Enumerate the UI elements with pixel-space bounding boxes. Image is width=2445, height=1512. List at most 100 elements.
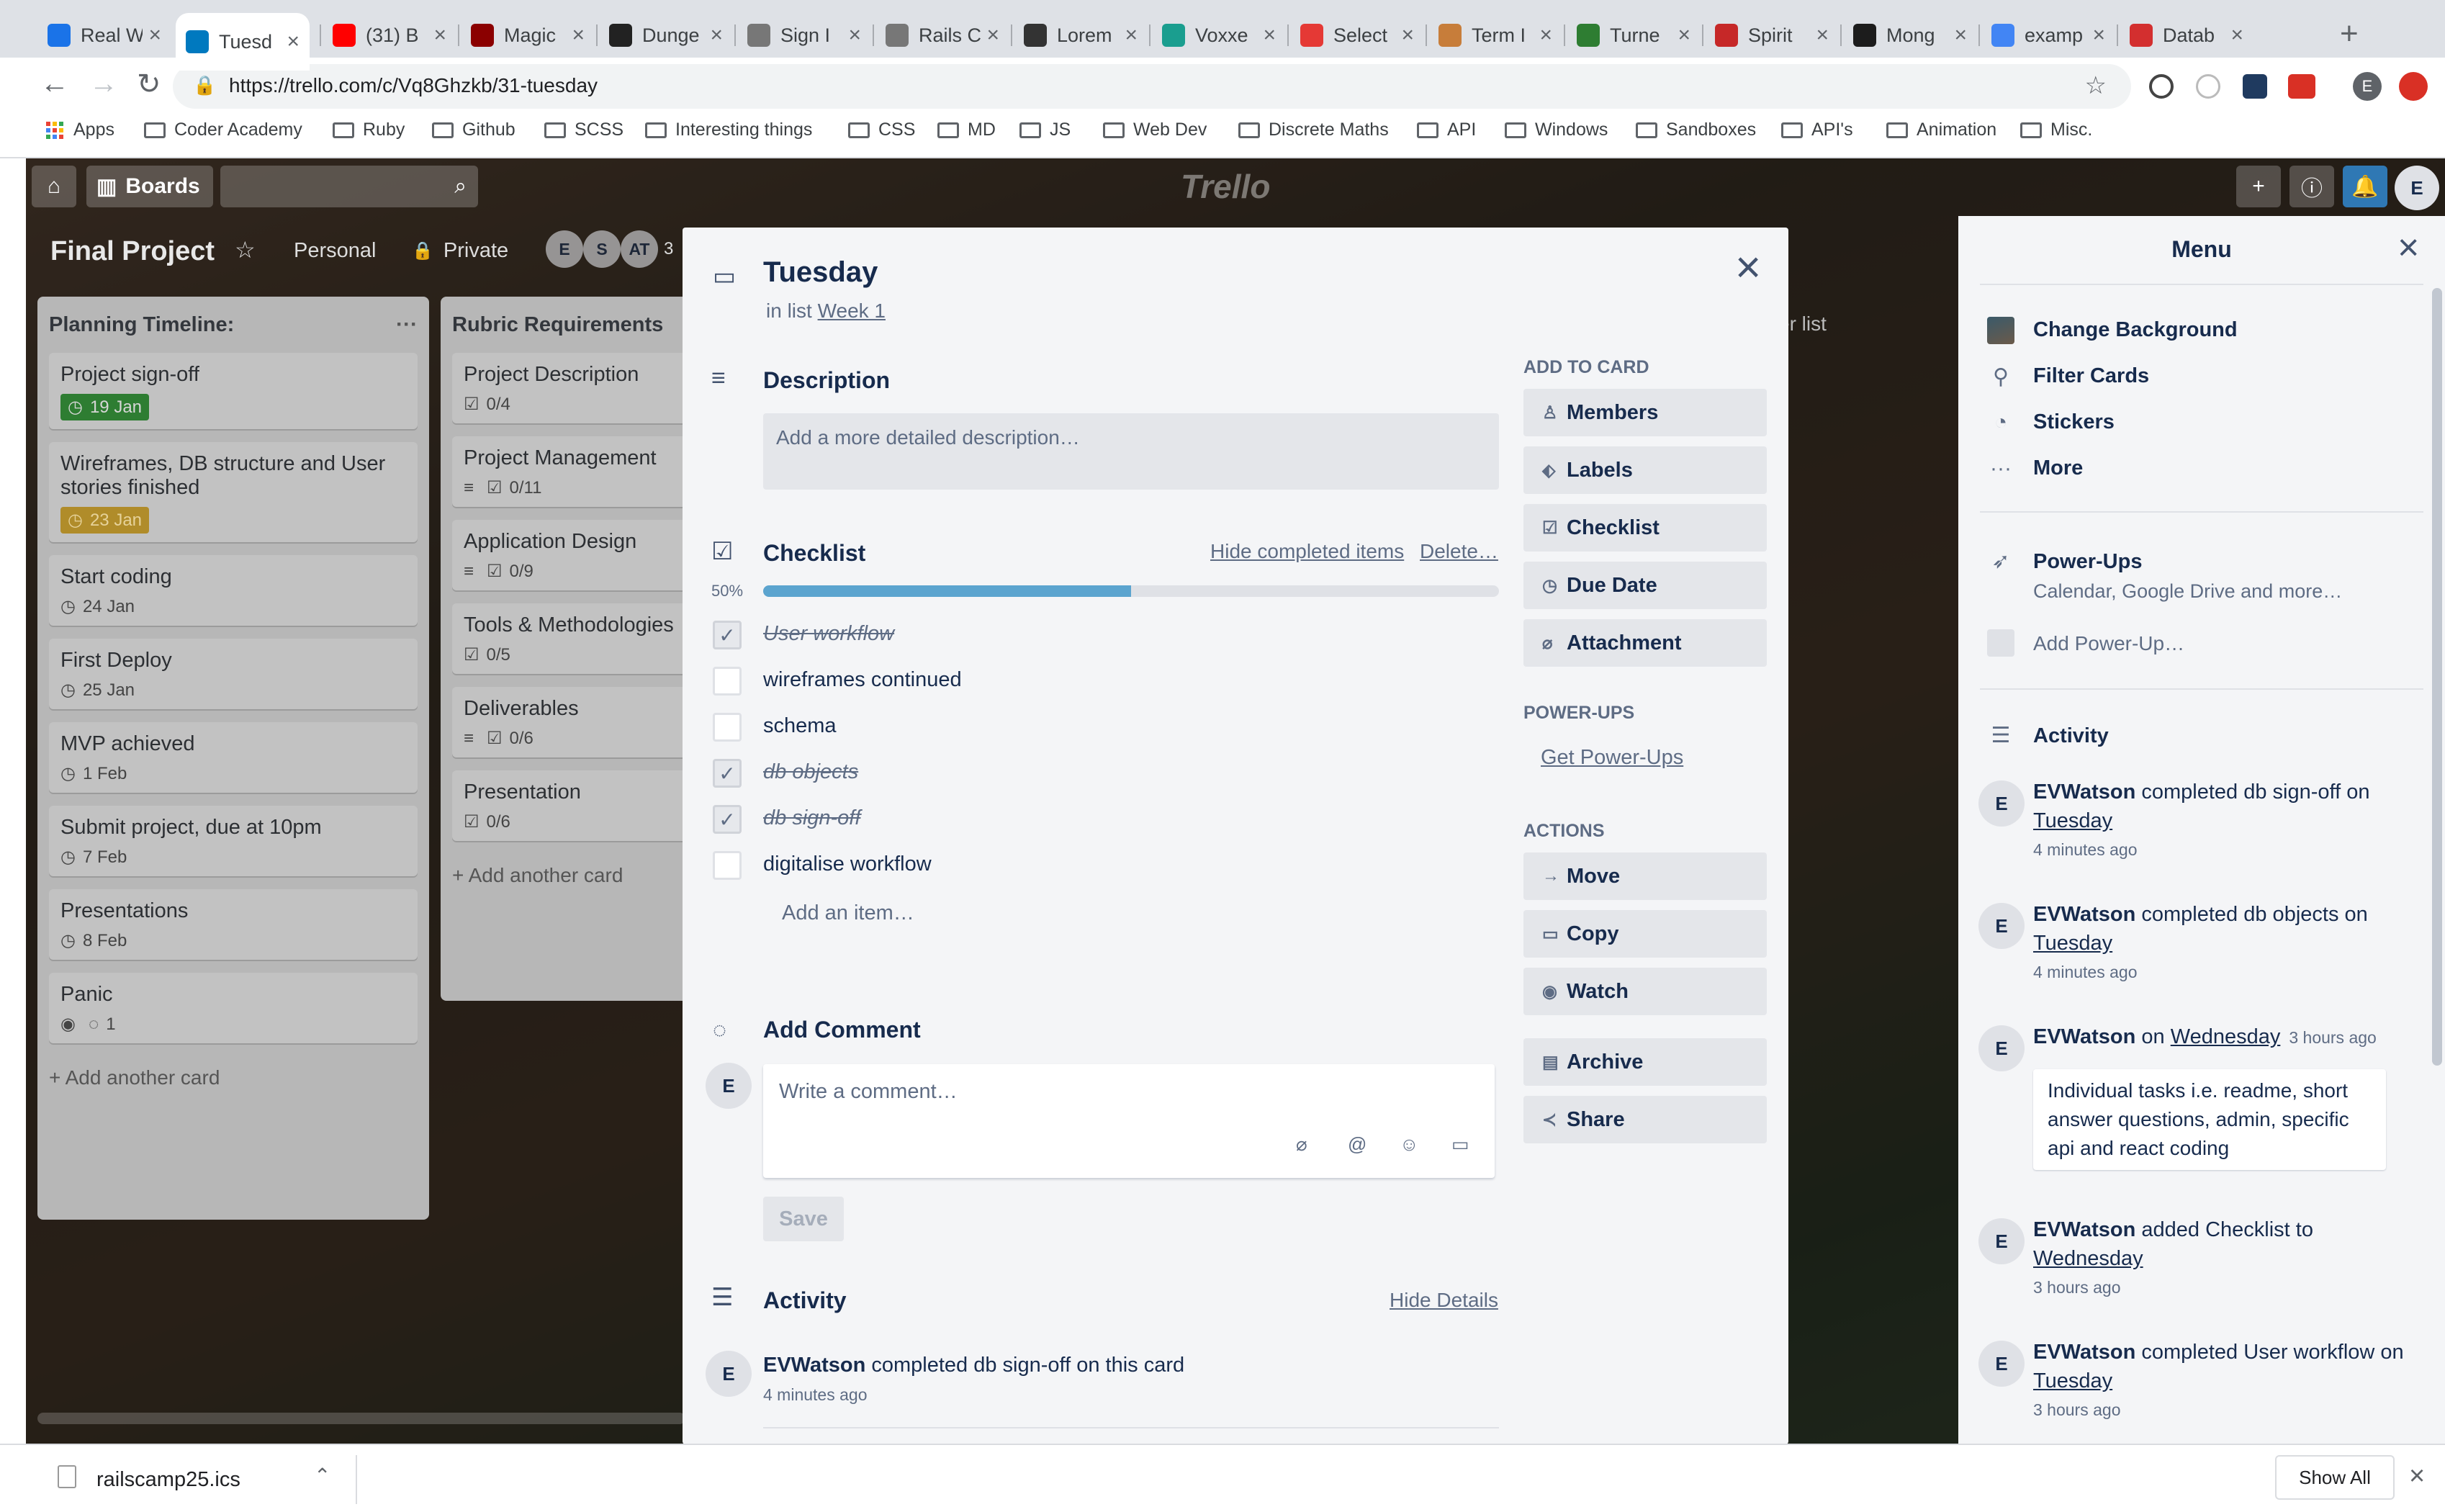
browser-tab[interactable]: Term I × [1428, 13, 1562, 58]
get-powerups-link[interactable]: Get Power-Ups [1541, 746, 1683, 770]
close-tab-icon[interactable]: × [1816, 23, 1829, 48]
close-tab-icon[interactable]: × [572, 23, 585, 48]
menu-item-filter-cards[interactable]: Filter Cards [2033, 364, 2149, 388]
hide-details-button[interactable]: Hide Details [1390, 1289, 1498, 1312]
checklist-checkbox[interactable] [713, 713, 742, 742]
board-card[interactable]: Wireframes, DB structure and User storie… [49, 442, 418, 542]
create-button[interactable]: + [2236, 166, 2281, 207]
board-card[interactable]: Project sign-off ◷ 19 Jan [49, 353, 418, 429]
powerups-title[interactable]: Power-Ups [2033, 550, 2142, 574]
close-tab-icon[interactable]: × [1954, 23, 1967, 48]
browser-tab[interactable]: (31) B × [323, 13, 456, 58]
activity-card-link[interactable]: Tuesday [2033, 1369, 2112, 1392]
activity-time[interactable]: 3 hours ago [2033, 1273, 2422, 1302]
forward-icon[interactable]: → [89, 68, 118, 100]
browser-tab[interactable]: Voxxe × [1152, 13, 1286, 58]
activity-card-link[interactable]: Wednesday [2033, 1247, 2143, 1270]
checklist-checkbox[interactable]: ✓ [713, 759, 742, 788]
member-avatar[interactable]: E [2395, 166, 2439, 210]
trello-logo[interactable]: Trello [1181, 167, 1270, 206]
archive-button[interactable]: ▤ Archive [1523, 1038, 1767, 1086]
activity-time[interactable]: 3 hours ago [2289, 1028, 2376, 1047]
checklist-item[interactable]: wireframes continued [763, 668, 962, 692]
card-title[interactable]: Tuesday [763, 256, 878, 289]
board-card[interactable]: Project Management ≡ ☑ 0/11 [452, 436, 717, 507]
activity-user[interactable]: EVWatson [2033, 1025, 2135, 1048]
activity-user[interactable]: EVWatson [2033, 780, 2135, 804]
attachment-button[interactable]: ⌀ Attachment [1523, 619, 1767, 667]
board-scrollbar[interactable] [37, 1413, 685, 1424]
due-date-button[interactable]: ◷ Due Date [1523, 562, 1767, 609]
back-icon[interactable]: ← [40, 68, 69, 100]
board-card[interactable]: Presentation ☑ 0/6 [452, 770, 717, 841]
activity-user[interactable]: EVWatson [763, 1354, 865, 1377]
extension-icon[interactable] [2149, 74, 2174, 99]
star-icon[interactable]: ☆ [235, 236, 256, 264]
activity-card-link[interactable]: Tuesday [2033, 932, 2112, 955]
checklist-button[interactable]: ☑ Checklist [1523, 504, 1767, 552]
board-member-avatar[interactable]: E [546, 230, 583, 268]
menu-item-change-background[interactable]: Change Background [2033, 318, 2238, 342]
checklist-item[interactable]: User workflow [763, 622, 894, 646]
board-card[interactable]: Application Design ≡ ☑ 0/9 [452, 520, 717, 590]
activity-time[interactable]: 4 minutes ago [763, 1385, 867, 1405]
bookmark-folder[interactable]: Github [432, 120, 515, 140]
activity-time[interactable]: 3 hours ago [2033, 1395, 2422, 1424]
bookmark-folder[interactable]: SCSS [544, 120, 623, 140]
hide-completed-button[interactable]: Hide completed items [1210, 540, 1404, 563]
board-card[interactable]: Start coding ◷ 24 Jan [49, 555, 418, 626]
description-input[interactable]: Add a more detailed description… [763, 413, 1499, 490]
board-card[interactable]: Tools & Methodologies ☑ 0/5 [452, 603, 717, 674]
comment-input[interactable]: Write a comment… [779, 1080, 958, 1104]
activity-card-link[interactable]: Wednesday [2171, 1025, 2281, 1048]
bookmark-folder[interactable]: CSS [848, 120, 915, 140]
chevron-up-icon[interactable]: ⌃ [314, 1464, 330, 1488]
checklist-item[interactable]: schema [763, 714, 837, 738]
extension-icon[interactable] [2288, 74, 2315, 99]
bookmark-folder[interactable]: Sandboxes [1636, 120, 1756, 140]
bookmark-folder[interactable]: API [1417, 120, 1476, 140]
board-card[interactable]: Presentations ◷ 8 Feb [49, 889, 418, 960]
extension-icon[interactable] [2399, 72, 2428, 101]
emoji-icon[interactable]: ☺ [1400, 1133, 1419, 1156]
board-title[interactable]: Final Project [50, 236, 215, 267]
activity-time[interactable]: 4 minutes ago [2033, 958, 2422, 986]
bookmark-folder[interactable]: Interesting things [645, 120, 812, 140]
checklist-checkbox[interactable]: ✓ [713, 621, 742, 649]
home-button[interactable]: ⌂ [32, 166, 76, 207]
list-menu-icon[interactable]: ··· [396, 312, 418, 337]
activity-user[interactable]: EVWatson [2033, 1218, 2135, 1241]
browser-tab[interactable]: Spirit × [1705, 13, 1839, 58]
close-tab-icon[interactable]: × [848, 23, 861, 48]
close-tab-icon[interactable]: × [1125, 23, 1138, 48]
close-icon[interactable]: × [1735, 242, 1761, 293]
close-tab-icon[interactable]: × [986, 23, 999, 48]
bookmark-folder[interactable]: API's [1781, 120, 1853, 140]
delete-checklist-button[interactable]: Delete… [1420, 540, 1498, 563]
bookmark-folder[interactable]: JS [1019, 120, 1071, 140]
bookmark-folder[interactable]: Misc. [2020, 120, 2092, 140]
board-card[interactable]: Submit project, due at 10pm ◷ 7 Feb [49, 806, 418, 876]
bookmark-star-icon[interactable]: ☆ [2085, 71, 2107, 100]
apps-bookmark[interactable]: Apps [46, 120, 114, 140]
card-link-icon[interactable]: ▭ [1451, 1133, 1469, 1156]
activity-user[interactable]: EVWatson [2033, 903, 2135, 926]
close-tab-icon[interactable]: × [1678, 23, 1690, 48]
boards-button[interactable]: ▥ Boards [86, 166, 213, 207]
bookmark-folder[interactable]: Discrete Maths [1238, 120, 1389, 140]
close-tab-icon[interactable]: × [710, 23, 723, 48]
board-search-input[interactable]: ⌕ [220, 166, 478, 207]
browser-tab[interactable]: Real W × [37, 13, 171, 58]
checklist-checkbox[interactable]: ✓ [713, 805, 742, 834]
activity-user[interactable]: EVWatson [2033, 1341, 2135, 1364]
bookmark-folder[interactable]: Web Dev [1103, 120, 1207, 140]
board-member-avatar[interactable]: AT [621, 230, 658, 268]
copy-button[interactable]: ▭ Copy [1523, 910, 1767, 958]
bookmark-folder[interactable]: Ruby [333, 120, 405, 140]
add-item-button[interactable]: Add an item… [782, 901, 914, 925]
bookmark-folder[interactable]: Animation [1886, 120, 1996, 140]
privacy-button[interactable]: 🔒 Private [412, 239, 508, 263]
checklist-checkbox[interactable] [713, 667, 742, 696]
extension-icon[interactable] [2243, 74, 2267, 99]
close-tab-icon[interactable]: × [1539, 23, 1552, 48]
